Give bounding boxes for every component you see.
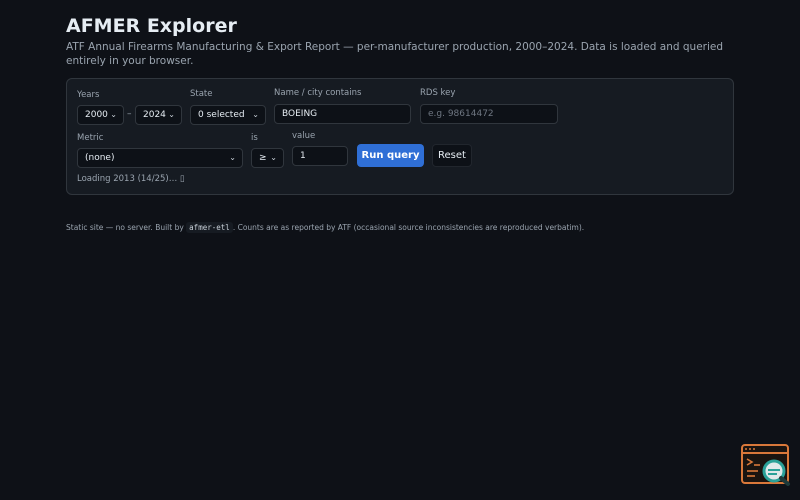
- year-to-select[interactable]: 2024 ⌄: [135, 105, 182, 125]
- footer-text-before: Static site — no server. Built by: [66, 223, 187, 232]
- rds-label: RDS key: [420, 88, 456, 98]
- terminal-search-icon[interactable]: [741, 444, 791, 486]
- run-query-button[interactable]: Run query: [357, 144, 424, 167]
- operator-value: ≥: [259, 153, 267, 163]
- year-range-separator: –: [127, 109, 132, 119]
- rds-key-input[interactable]: e.g. 98614472: [420, 104, 558, 124]
- state-value: 0 selected: [198, 110, 245, 120]
- operator-select[interactable]: ≥ ⌄: [251, 148, 284, 168]
- chevron-down-icon: ⌄: [229, 153, 236, 162]
- state-select[interactable]: 0 selected ⌄: [190, 105, 266, 125]
- footer-text-after: . Counts are as reported by ATF (occasio…: [232, 223, 585, 232]
- years-label: Years: [77, 90, 100, 100]
- footer: Static site — no server. Built by afmer-…: [66, 222, 585, 233]
- year-from-value: 2000: [85, 110, 108, 120]
- page-subtitle: ATF Annual Firearms Manufacturing & Expo…: [66, 41, 724, 67]
- chevron-down-icon: ⌄: [270, 153, 277, 162]
- page: AFMER Explorer ATF Annual Firearms Manuf…: [66, 14, 734, 233]
- state-label: State: [190, 89, 213, 99]
- operator-label: is: [251, 133, 258, 143]
- loading-status: Loading 2013 (14/25)… ▯: [77, 174, 185, 184]
- footer-code: afmer-etl: [186, 222, 233, 233]
- value-input[interactable]: 1: [292, 146, 348, 166]
- year-to-value: 2024: [143, 110, 166, 120]
- name-input[interactable]: BOEING: [274, 104, 411, 124]
- page-title: AFMER Explorer: [66, 15, 237, 37]
- chevron-down-icon: ⌄: [252, 110, 259, 119]
- metric-select[interactable]: (none) ⌄: [77, 148, 243, 168]
- chevron-down-icon: ⌄: [168, 110, 175, 119]
- name-label: Name / city contains: [274, 88, 362, 98]
- reset-button[interactable]: Reset: [432, 144, 472, 167]
- query-panel: Years State Name / city contains RDS key…: [66, 78, 734, 195]
- metric-label: Metric: [77, 133, 104, 143]
- metric-value: (none): [85, 153, 115, 163]
- year-from-select[interactable]: 2000 ⌄: [77, 105, 124, 125]
- chevron-down-icon: ⌄: [110, 110, 117, 119]
- value-label: value: [292, 131, 316, 141]
